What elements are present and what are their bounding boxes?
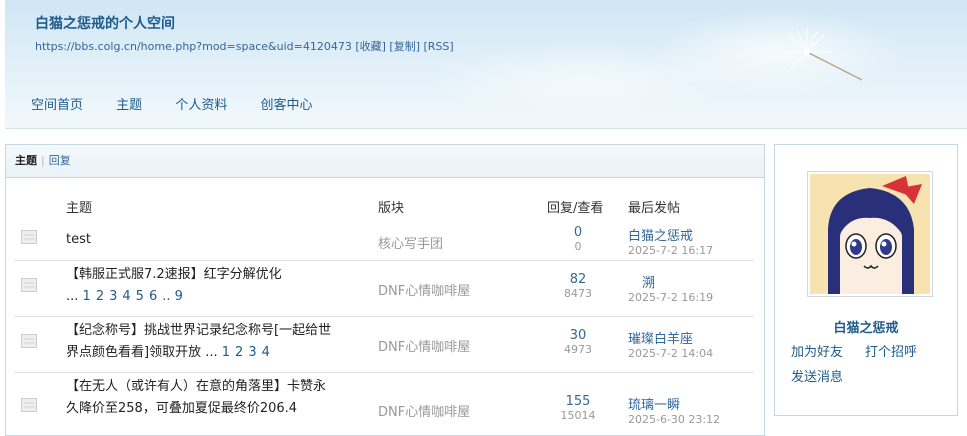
page-link[interactable]: 1	[83, 289, 91, 304]
last-post-user[interactable]: 溯	[628, 272, 713, 291]
send-message-link[interactable]: 发送消息	[791, 366, 843, 385]
thread-stats: 00	[534, 225, 622, 253]
say-hello-link[interactable]: 打个招呼	[865, 341, 917, 360]
last-post: 白猫之惩戒 2025-7-2 16:17	[628, 225, 713, 257]
thread-subject: 【纪念称号】挑战世界记录纪念称号[一起给世 界点颜色看看]领取开放 ... 12…	[66, 320, 331, 364]
add-friend-link[interactable]: 加为好友	[791, 341, 843, 360]
thread-title[interactable]: 【韩服正式服7.2速报】红字分解优化	[66, 267, 282, 282]
rss-link[interactable]: [RSS]	[424, 40, 454, 53]
last-post-user[interactable]: 璀璨白羊座	[628, 328, 713, 347]
page-link[interactable]: 2	[235, 345, 243, 360]
last-post-time[interactable]: 2025-7-2 16:19	[628, 291, 713, 304]
space-url-line: https://bbs.colg.cn/home.php?mod=space&u…	[35, 38, 454, 54]
thread-stats: 30 4973	[534, 328, 622, 356]
thread-title-cont[interactable]: 久降价至258，可叠加夏促最终价206.4	[66, 401, 297, 416]
tab-threads[interactable]: 主题	[15, 154, 37, 167]
reply-count[interactable]: 0	[534, 225, 622, 240]
tab-bar: 主题 | 回复	[6, 145, 764, 178]
thread-icon	[21, 398, 37, 412]
col-forum: 版块	[378, 201, 405, 216]
space-header: 白猫之惩戒的个人空间 https://bbs.colg.cn/home.php?…	[5, 0, 967, 129]
page-link[interactable]: 3	[109, 289, 117, 304]
thread-title-cont[interactable]: 界点颜色看看]领取开放 ...	[66, 345, 218, 360]
last-post-time[interactable]: 2025-7-2 16:17	[628, 244, 713, 257]
thread-forum[interactable]: DNF心情咖啡屋	[378, 336, 470, 355]
thread-icon	[21, 230, 37, 244]
last-post: 璀璨白羊座 2025-7-2 14:04	[628, 328, 713, 360]
reply-count[interactable]: 82	[534, 272, 622, 287]
view-count: 15014	[560, 409, 596, 422]
thread-subject: 【在无人（或许有人）在意的角落里】卡赞永 久降价至258，可叠加夏促最终价206…	[66, 376, 326, 420]
nav-space-home[interactable]: 空间首页	[31, 98, 83, 113]
thread-stats: 82 8473	[534, 272, 622, 300]
thread-forum[interactable]: DNF心情咖啡屋	[378, 401, 470, 420]
nav-creator-center[interactable]: 创客中心	[260, 98, 312, 113]
thread-row: 【纪念称号】挑战世界记录纪念称号[一起给世 界点颜色看看]领取开放 ... 12…	[14, 316, 754, 373]
last-post-user[interactable]: 白猫之惩戒	[628, 225, 713, 244]
page-link[interactable]: 6	[149, 289, 157, 304]
page-link[interactable]: 3	[248, 345, 256, 360]
thread-title[interactable]: test	[66, 232, 91, 247]
thread-title[interactable]: 【在无人（或许有人）在意的角落里】卡赞永	[66, 379, 326, 394]
col-last-post: 最后发帖	[628, 201, 681, 216]
space-title[interactable]: 白猫之惩戒的个人空间	[35, 13, 175, 33]
page-link[interactable]: .. 9	[162, 289, 183, 304]
reply-count[interactable]: 155	[534, 394, 622, 409]
thread-subject: 【韩服正式服7.2速报】红字分解优化 ... 1 2 3 4 5 6 .. 9	[66, 264, 282, 308]
last-post: 琉璃一瞬 2025-6-30 23:12	[628, 394, 720, 426]
header-cloud	[425, 40, 745, 120]
thread-icon	[21, 278, 37, 292]
reply-count[interactable]: 30	[534, 328, 622, 343]
thread-pages: ... 1 2 3 4 5 6 .. 9	[66, 289, 188, 304]
thread-forum[interactable]: DNF心情咖啡屋	[378, 280, 470, 299]
page-link[interactable]: 2	[96, 289, 104, 304]
page-link[interactable]: 4	[122, 289, 130, 304]
page-link[interactable]: 5	[136, 289, 144, 304]
last-post-time[interactable]: 2025-6-30 23:12	[628, 413, 720, 426]
view-count: 0	[574, 240, 582, 253]
page-link[interactable]: 1	[222, 345, 230, 360]
pages-ellipsis: ...	[66, 289, 79, 304]
profile-sidebar: 白猫之惩戒 加为好友 打个招呼 发送消息	[774, 144, 958, 416]
last-post-user[interactable]: 琉璃一瞬	[628, 394, 720, 413]
thread-title[interactable]: 【纪念称号】挑战世界记录纪念称号[一起给世	[66, 323, 331, 338]
last-post-time[interactable]: 2025-7-2 14:04	[628, 347, 713, 360]
dandelion-illustration	[782, 27, 863, 81]
thread-pages: 1234	[222, 345, 275, 360]
avatar[interactable]	[807, 171, 933, 297]
space-nav: 空间首页 主题 个人资料 创客中心	[31, 94, 341, 113]
thread-forum[interactable]: 核心写手团	[378, 233, 443, 252]
col-replies-views: 回复/查看	[547, 201, 604, 216]
thread-subject: test	[66, 229, 91, 251]
col-subject: 主题	[66, 201, 93, 216]
page-link[interactable]: 4	[262, 345, 270, 360]
thread-list-panel: 主题 | 回复 主题 版块 回复/查看 最后发帖 test 核心写手团 00 白猫之…	[5, 144, 765, 436]
view-count: 4973	[564, 343, 592, 356]
nav-threads[interactable]: 主题	[116, 98, 142, 113]
nav-profile[interactable]: 个人资料	[175, 98, 227, 113]
favorite-link[interactable]: [收藏]	[355, 40, 386, 53]
space-url[interactable]: https://bbs.colg.cn/home.php?mod=space&u…	[35, 40, 352, 53]
thread-row: 【韩服正式服7.2速报】红字分解优化 ... 1 2 3 4 5 6 .. 9 DNF心情咖…	[14, 260, 754, 317]
copy-link[interactable]: [复制]	[389, 40, 420, 53]
avatar-image	[810, 174, 930, 294]
thread-stats: 155 15014	[534, 394, 622, 422]
view-count: 8473	[564, 287, 592, 300]
tab-replies[interactable]: 回复	[49, 154, 71, 167]
thread-row: 【在无人（或许有人）在意的角落里】卡赞永 久降价至258，可叠加夏促最终价206…	[14, 372, 754, 428]
thread-icon	[21, 334, 37, 348]
last-post: 溯 2025-7-2 16:19	[628, 272, 713, 304]
tab-separator: |	[41, 154, 45, 167]
thread-row: test 核心写手团 00 白猫之惩戒 2025-7-2 16:17	[14, 223, 754, 261]
profile-name[interactable]: 白猫之惩戒	[775, 317, 957, 336]
